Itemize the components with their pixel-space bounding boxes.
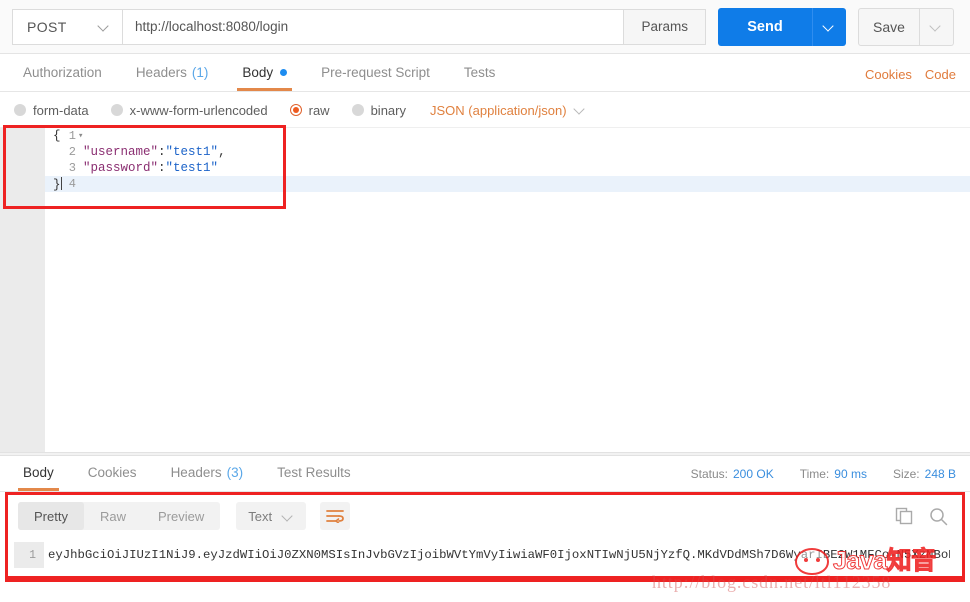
- tab-label: Authorization: [23, 65, 102, 80]
- response-tab-body[interactable]: Body: [6, 454, 71, 491]
- send-button-group: Send: [718, 8, 846, 46]
- view-mode-raw[interactable]: Raw: [84, 502, 142, 530]
- response-view-mode-group: Pretty Raw Preview: [18, 502, 220, 530]
- view-mode-pretty[interactable]: Pretty: [18, 502, 84, 530]
- radio-icon: [352, 104, 364, 116]
- radio-label: raw: [309, 103, 330, 118]
- body-type-raw[interactable]: raw: [290, 103, 330, 118]
- send-button[interactable]: Send: [718, 8, 812, 46]
- tab-headers[interactable]: Headers (1): [119, 54, 226, 91]
- line-number: 2: [45, 145, 87, 159]
- tab-count: (3): [227, 465, 244, 480]
- response-body-text: eyJhbGciOiJIUzI1NiJ9.eyJzdWIiOiJ0ZXN0MSI…: [48, 542, 950, 568]
- word-wrap-glyph: [326, 509, 344, 523]
- cookies-link[interactable]: Cookies: [865, 67, 912, 82]
- chevron-down-icon: [824, 21, 835, 32]
- response-toolbar-actions: [895, 507, 970, 526]
- url-text: http://localhost:8080/login: [135, 19, 288, 34]
- code-line: 1 ▾ {: [45, 128, 970, 144]
- status-badge: Status: 200 OK: [691, 467, 774, 481]
- tab-label: Cookies: [88, 465, 137, 480]
- send-options-button[interactable]: [812, 8, 846, 46]
- response-meta: Status: 200 OK Time: 90 ms Size: 248 B: [691, 467, 970, 491]
- tab-authorization[interactable]: Authorization: [6, 54, 119, 91]
- time-badge: Time: 90 ms: [800, 467, 867, 481]
- radio-label: x-www-form-urlencoded: [130, 103, 268, 118]
- search-glyph: [929, 507, 948, 526]
- http-method-selector[interactable]: POST: [12, 9, 122, 45]
- tab-label: Headers: [136, 65, 187, 80]
- word-wrap-icon[interactable]: [320, 502, 350, 530]
- tab-label: Body: [23, 465, 54, 480]
- tab-label: Headers: [171, 465, 222, 480]
- save-button[interactable]: Save: [858, 8, 920, 46]
- response-format-selector[interactable]: Text: [236, 502, 306, 530]
- request-header-links: Cookies Code: [865, 67, 970, 91]
- tab-label: Body: [242, 65, 273, 80]
- copy-glyph: [895, 507, 913, 525]
- chevron-down-icon: [99, 21, 110, 32]
- body-type-binary[interactable]: binary: [352, 103, 406, 118]
- tab-count: (1): [192, 65, 209, 80]
- response-tab-bar: Body Cookies Headers (3) Test Results St…: [0, 456, 970, 492]
- chevron-down-icon: [575, 104, 587, 116]
- body-type-urlencoded[interactable]: x-www-form-urlencoded: [111, 103, 268, 118]
- size-value: 248 B: [925, 467, 956, 481]
- tab-label: Test Results: [277, 465, 351, 480]
- body-type-radio-row: form-data x-www-form-urlencoded raw bina…: [0, 93, 970, 127]
- line-number: 3: [45, 161, 87, 175]
- http-method-label: POST: [27, 19, 67, 35]
- tab-tests[interactable]: Tests: [447, 54, 513, 91]
- code-line: 2 "username":"test1",: [45, 144, 970, 160]
- response-body-viewer[interactable]: 1 eyJhbGciOiJIUzI1NiJ9.eyJzdWIiOiJ0ZXN0M…: [0, 540, 970, 602]
- fold-arrow-icon[interactable]: ▾: [78, 131, 87, 141]
- code-line: 4 }: [45, 176, 970, 192]
- copy-icon[interactable]: [895, 507, 913, 525]
- tab-body[interactable]: Body: [225, 54, 304, 91]
- body-type-form-data[interactable]: form-data: [14, 103, 89, 118]
- request-body-editor[interactable]: 1 ▾ { 2 "username":"test1", 3 "password"…: [0, 127, 970, 452]
- content-type-selector[interactable]: JSON (application/json): [430, 103, 587, 118]
- chevron-down-icon: [283, 511, 294, 522]
- radio-label: form-data: [33, 103, 89, 118]
- params-button[interactable]: Params: [624, 9, 706, 45]
- radio-selected-icon: [290, 104, 302, 116]
- response-tab-test-results[interactable]: Test Results: [260, 454, 368, 491]
- content-type-label: JSON (application/json): [430, 103, 567, 118]
- code-line: 3 "password":"test1": [45, 160, 970, 176]
- postman-window: POST http://localhost:8080/login Params …: [0, 0, 970, 602]
- response-tab-cookies[interactable]: Cookies: [71, 454, 154, 491]
- request-tab-bar: Authorization Headers (1) Body Pre-reque…: [0, 54, 970, 92]
- status-value: 200 OK: [733, 467, 774, 481]
- radio-icon: [111, 104, 123, 116]
- save-button-group: Save: [858, 8, 954, 46]
- response-line-number: 1: [14, 542, 44, 568]
- size-label: Size:: [893, 467, 920, 481]
- radio-icon: [14, 104, 26, 116]
- tab-label: Tests: [464, 65, 496, 80]
- request-url-bar: POST http://localhost:8080/login Params …: [0, 0, 970, 54]
- url-input[interactable]: http://localhost:8080/login: [122, 9, 624, 45]
- tab-pre-request-script[interactable]: Pre-request Script: [304, 54, 447, 91]
- radio-label: binary: [371, 103, 406, 118]
- tab-label: Pre-request Script: [321, 65, 430, 80]
- editor-gutter: [0, 128, 45, 453]
- time-value: 90 ms: [834, 467, 867, 481]
- size-badge: Size: 248 B: [893, 467, 956, 481]
- code-link[interactable]: Code: [925, 67, 956, 82]
- response-tab-headers[interactable]: Headers (3): [154, 454, 261, 491]
- response-toolbar: Pretty Raw Preview Text: [0, 492, 970, 540]
- editor-code-area[interactable]: 1 ▾ { 2 "username":"test1", 3 "password"…: [45, 128, 970, 453]
- chevron-down-icon: [931, 21, 942, 32]
- status-label: Status:: [691, 467, 728, 481]
- body-modified-dot-icon: [280, 69, 287, 76]
- save-options-button[interactable]: [920, 8, 954, 46]
- time-label: Time:: [800, 467, 830, 481]
- response-format-label: Text: [248, 509, 272, 524]
- search-icon[interactable]: [929, 507, 948, 526]
- view-mode-preview[interactable]: Preview: [142, 502, 220, 530]
- line-number: 4: [45, 177, 87, 191]
